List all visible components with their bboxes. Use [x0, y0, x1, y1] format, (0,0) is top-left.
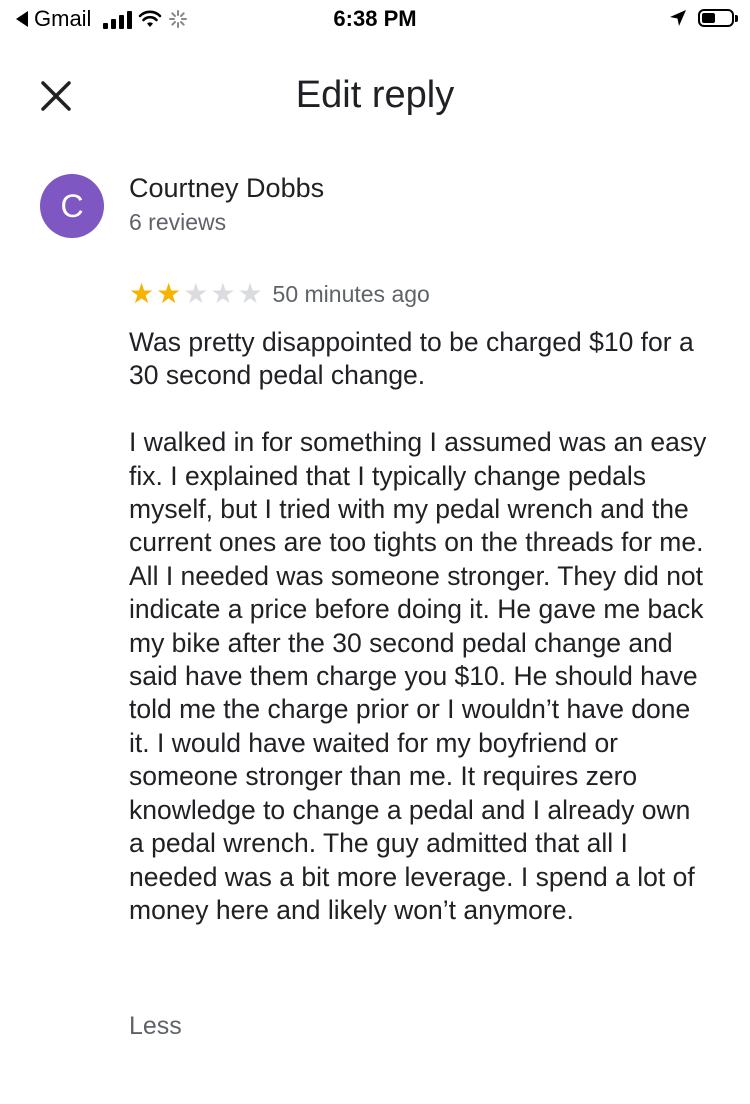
review-time: 50 minutes ago	[272, 280, 430, 307]
star-filled-icon: ★	[156, 278, 182, 309]
battery-level	[702, 13, 715, 23]
rating-row: ★ ★ ★ ★ ★ 50 minutes ago	[129, 280, 430, 308]
star-empty-icon: ★	[237, 278, 263, 309]
star-empty-icon: ★	[183, 278, 209, 309]
clock: 6:38 PM	[333, 6, 417, 31]
star-filled-icon: ★	[129, 278, 155, 309]
star-rating: ★ ★ ★ ★ ★	[129, 280, 263, 308]
location-arrow-icon	[670, 10, 686, 26]
review-text: Was pretty disappointed to be charged $1…	[129, 327, 707, 925]
reviewer-review-count: 6 reviews	[129, 209, 227, 235]
less-link[interactable]: Less	[129, 1012, 182, 1041]
star-empty-icon: ★	[210, 278, 236, 309]
reviewer-name: Courtney Dobbs	[129, 173, 325, 203]
avatar: C	[40, 174, 104, 238]
status-bar: Gmail 6:38 PM	[0, 0, 750, 40]
battery-icon	[698, 9, 738, 27]
page-title: Edit reply	[295, 74, 455, 116]
